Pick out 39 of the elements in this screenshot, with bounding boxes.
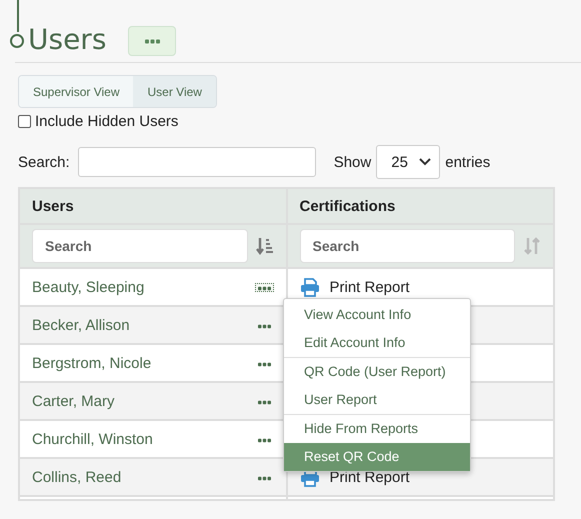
user-name-link[interactable]: Carter, Mary	[32, 392, 115, 410]
user-name-link[interactable]: Becker, Allison	[32, 316, 130, 334]
column-header: Users	[19, 188, 286, 224]
show-label: Show	[334, 154, 372, 170]
search-field[interactable]	[78, 147, 316, 177]
checkbox-label: Include Hidden Users	[35, 113, 178, 130]
search-label: Search:	[18, 154, 70, 170]
menu-item[interactable]: Reset QR Code	[284, 443, 470, 471]
page-title: Users	[28, 22, 106, 58]
sort-icon[interactable]	[256, 237, 274, 255]
checkbox[interactable]	[18, 115, 31, 128]
menu-item[interactable]: Hide From Reports	[284, 415, 470, 443]
menu-item[interactable]: Edit Account Info	[284, 329, 470, 357]
ellipsis-icon	[144, 38, 160, 44]
print-report-link[interactable]: Print Report	[330, 278, 410, 296]
chevron-down-icon	[419, 158, 432, 166]
view-toggle-button[interactable]: User View	[133, 76, 216, 107]
ellipsis-icon	[258, 438, 270, 442]
column-search-field[interactable]: Search	[32, 229, 248, 263]
more-button[interactable]	[128, 26, 176, 56]
view-toggle-button[interactable]: Supervisor View	[19, 76, 134, 107]
ellipsis-icon	[258, 400, 270, 404]
menu-item[interactable]: View Account Info	[284, 301, 470, 329]
ellipsis-icon	[258, 362, 270, 366]
menu-item[interactable]: User Report	[284, 386, 470, 414]
user-name-link[interactable]: Beauty, Sleeping	[32, 278, 144, 296]
ellipsis-icon	[258, 324, 270, 328]
entries-label: entries	[445, 154, 490, 170]
row-menu-button[interactable]	[254, 282, 274, 292]
ellipsis-icon	[258, 476, 270, 480]
print-report-link[interactable]: Print Report	[330, 468, 410, 486]
user-name-link[interactable]: Bergstrom, Nicole	[32, 354, 152, 372]
column-search-field[interactable]: Search	[300, 229, 515, 263]
ellipsis-icon	[258, 286, 270, 290]
timeline-node-icon	[10, 34, 24, 48]
user-name-link[interactable]: Collins, Reed	[32, 468, 122, 486]
column-header: Certifications	[286, 188, 554, 224]
entries-dropdown[interactable]: 25	[376, 145, 440, 179]
menu-item[interactable]: QR Code (User Report)	[284, 358, 470, 386]
